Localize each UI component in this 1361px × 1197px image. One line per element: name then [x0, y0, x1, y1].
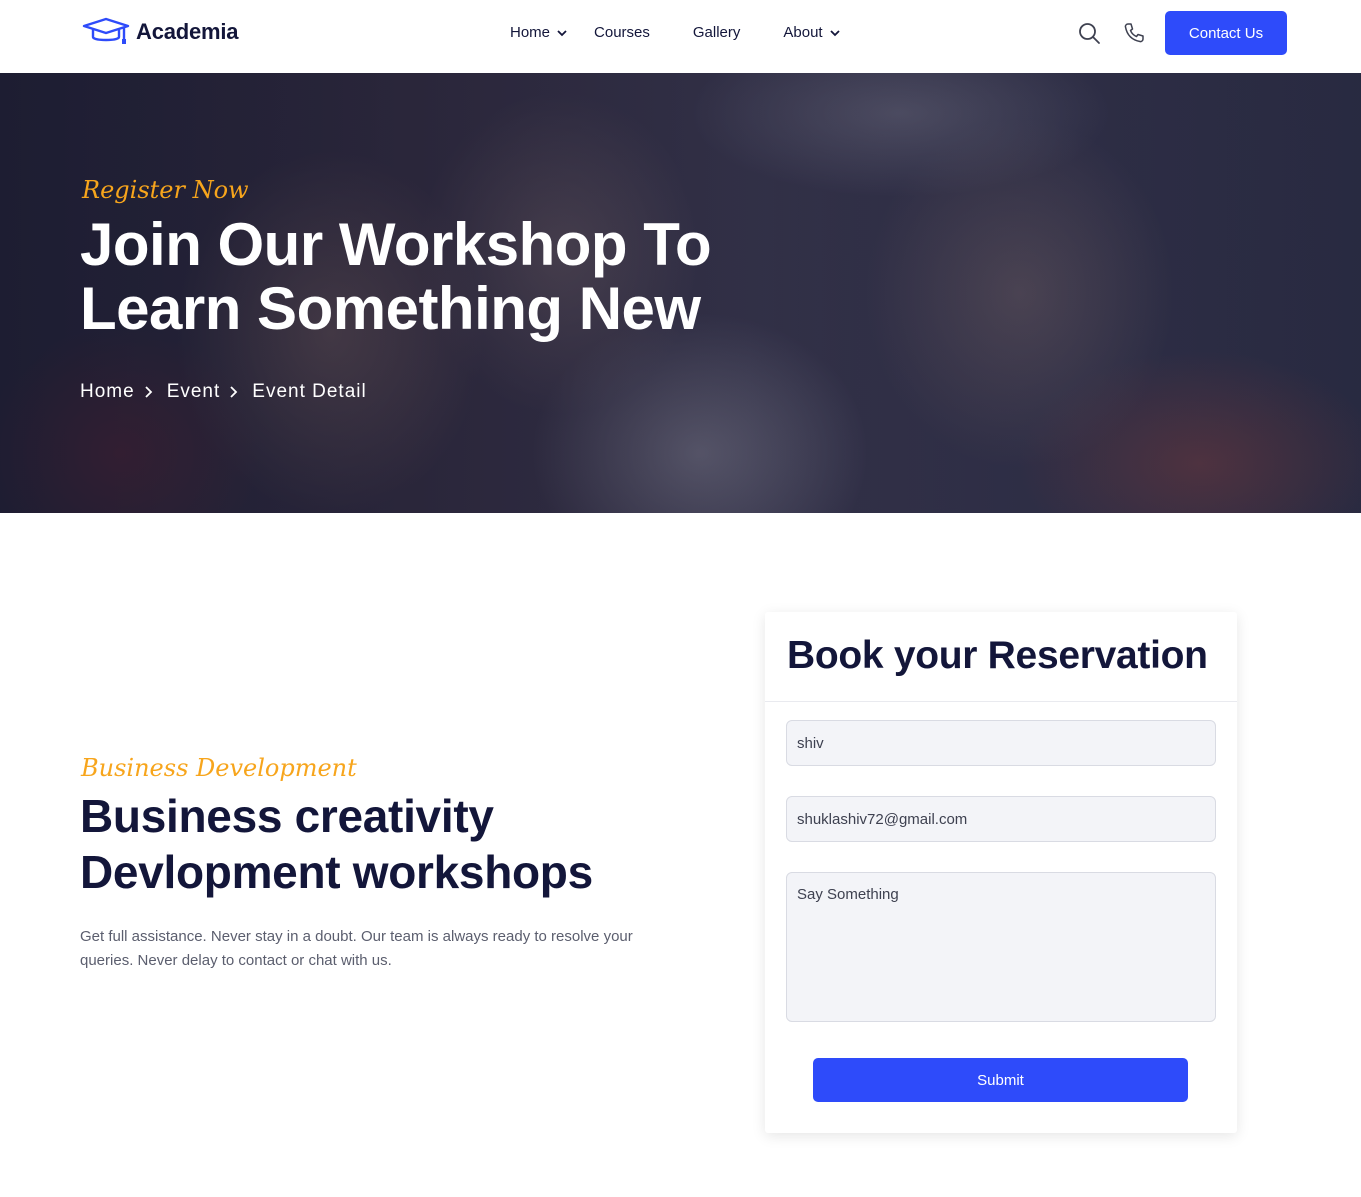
hero-title: Join Our Workshop To Learn Something New — [80, 211, 712, 342]
chevron-down-icon — [557, 29, 567, 36]
nav-item-label: Gallery — [692, 24, 741, 41]
nav-item-label: Courses — [594, 24, 650, 41]
search-icon[interactable] — [1077, 21, 1101, 45]
message-field[interactable] — [786, 872, 1216, 1022]
nav-item-gallery[interactable]: Gallery — [693, 24, 741, 41]
main-nav: Home Courses Gallery About — [510, 24, 840, 41]
reservation-title: Book your Reservation — [787, 634, 1208, 677]
brand-name: Academia — [136, 19, 239, 44]
hero-banner: Register Now Join Our Workshop To Learn … — [0, 73, 1361, 513]
section-description: Get full assistance. Never stay in a dou… — [80, 928, 633, 969]
breadcrumb: Home Event Event Detail — [80, 381, 367, 403]
site-header: Academia Home Courses Gallery About Cont… — [0, 0, 1361, 73]
reservation-card: Book your Reservation Submit — [765, 612, 1237, 1133]
nav-item-home[interactable]: Home — [510, 24, 567, 41]
breadcrumb-event-detail: Event Detail — [252, 381, 367, 402]
section-tagline: Business Development — [81, 754, 357, 782]
email-field[interactable] — [786, 796, 1216, 842]
logo[interactable]: Academia — [82, 17, 239, 47]
section-title: Business creativity Devlopment workshops — [80, 790, 593, 898]
chevron-right-icon — [230, 386, 238, 398]
chevron-right-icon — [145, 386, 152, 398]
graduation-cap-icon — [82, 17, 130, 44]
chevron-down-icon — [829, 29, 840, 36]
contact-us-button[interactable]: Contact Us — [1165, 11, 1287, 55]
divider — [765, 701, 1237, 702]
breadcrumb-home[interactable]: Home — [80, 381, 135, 403]
phone-icon[interactable] — [1122, 21, 1146, 45]
submit-button[interactable]: Submit — [813, 1058, 1188, 1102]
nav-item-label: Home — [510, 24, 551, 41]
nav-item-courses[interactable]: Courses — [594, 24, 650, 41]
breadcrumb-event[interactable]: Event — [167, 381, 221, 403]
nav-item-about[interactable]: About — [783, 24, 840, 41]
nav-item-label: About — [783, 24, 823, 41]
name-field[interactable] — [786, 720, 1216, 766]
hero-tagline: Register Now — [82, 176, 249, 204]
